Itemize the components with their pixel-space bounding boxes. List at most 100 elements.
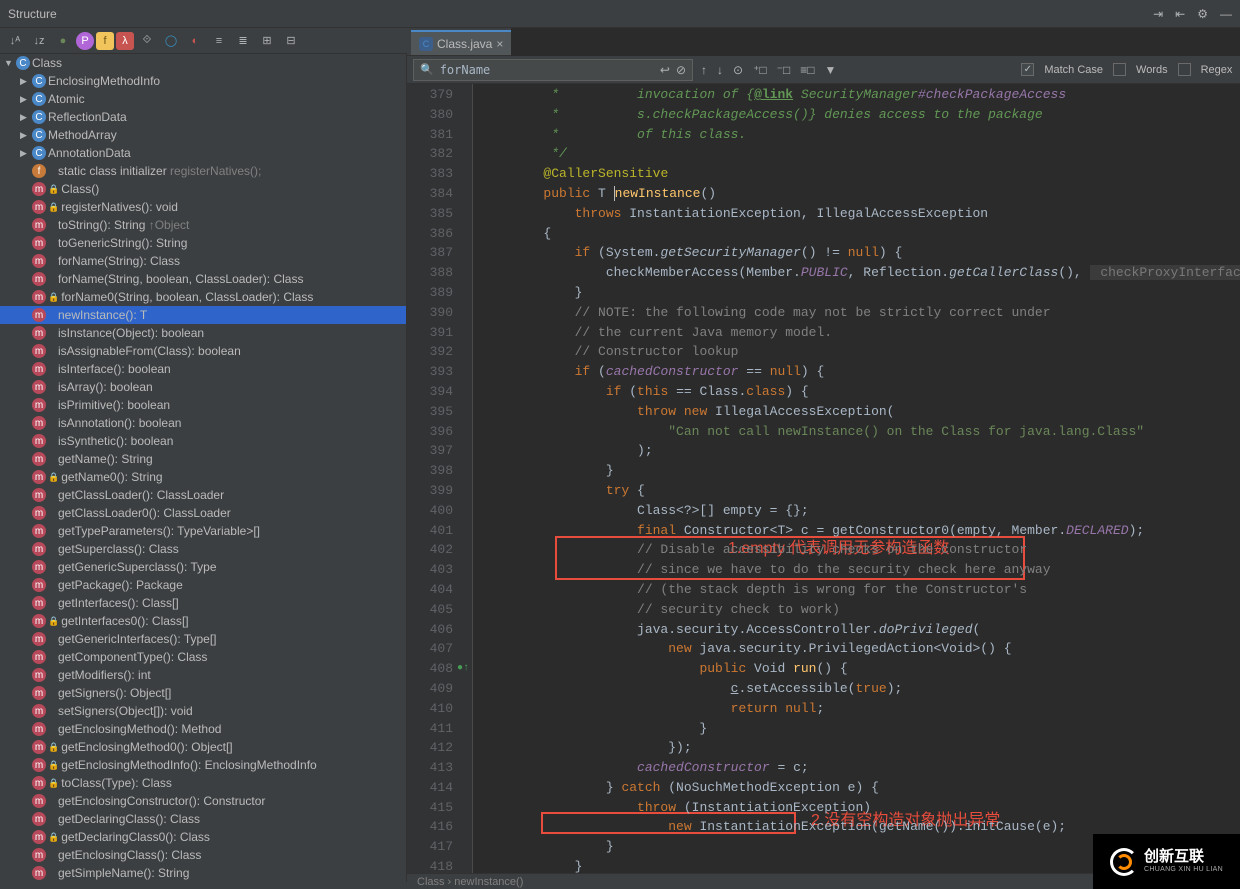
line-number[interactable]: 400: [407, 501, 453, 521]
code-line[interactable]: }: [481, 719, 1240, 739]
tree-method-item[interactable]: m🔒getDeclaringClass0(): Class: [0, 828, 406, 846]
close-icon[interactable]: ×: [496, 37, 503, 51]
expand-icon[interactable]: ⇤: [1175, 7, 1185, 21]
code-line[interactable]: // since we have to do the security chec…: [481, 560, 1240, 580]
tree-class-item[interactable]: ▶CAtomic: [0, 90, 406, 108]
code-line[interactable]: */: [481, 144, 1240, 164]
matchcase-checkbox[interactable]: ✓: [1021, 63, 1034, 76]
code-line[interactable]: } catch (NoSuchMethodException e) {: [481, 778, 1240, 798]
code-line[interactable]: throws InstantiationException, IllegalAc…: [481, 204, 1240, 224]
line-number[interactable]: 388: [407, 263, 453, 283]
line-number[interactable]: 385: [407, 204, 453, 224]
line-number[interactable]: 404: [407, 580, 453, 600]
select-all-icon[interactable]: ⊙: [733, 63, 743, 77]
tree-method-item[interactable]: misInstance(Object): boolean: [0, 324, 406, 342]
tree-method-item[interactable]: fstatic class initializer registerNative…: [0, 162, 406, 180]
tree-method-item[interactable]: mgetClassLoader0(): ClassLoader: [0, 504, 406, 522]
code-line[interactable]: throw (InstantiationException): [481, 798, 1240, 818]
sort-vis-icon[interactable]: ↓z: [28, 30, 50, 52]
code-line[interactable]: // security check to work): [481, 600, 1240, 620]
tree-method-item[interactable]: mgetTypeParameters(): TypeVariable>[]: [0, 522, 406, 540]
autoscroll-icon[interactable]: ⊞: [256, 30, 278, 52]
rem-sel-icon[interactable]: ⁻□: [777, 63, 791, 77]
tree-method-item[interactable]: mgetClassLoader(): ClassLoader: [0, 486, 406, 504]
sort-alpha-icon[interactable]: ↓ᴬ: [4, 30, 26, 52]
tree-method-item[interactable]: misAnnotation(): boolean: [0, 414, 406, 432]
code-line[interactable]: }: [481, 283, 1240, 303]
structure-tree[interactable]: ▼CClass▶CEnclosingMethodInfo▶CAtomic▶CRe…: [0, 54, 407, 882]
tree-class-item[interactable]: ▶CEnclosingMethodInfo: [0, 72, 406, 90]
line-number[interactable]: 397: [407, 441, 453, 461]
line-number[interactable]: 403: [407, 560, 453, 580]
line-number[interactable]: 396: [407, 422, 453, 442]
tree-method-item[interactable]: misInterface(): boolean: [0, 360, 406, 378]
line-number[interactable]: 409: [407, 679, 453, 699]
tree-method-item[interactable]: m🔒getInterfaces0(): Class[]: [0, 612, 406, 630]
prev-match-icon[interactable]: ↑: [701, 63, 707, 77]
line-number[interactable]: 395: [407, 402, 453, 422]
line-number[interactable]: 392: [407, 342, 453, 362]
tree-method-item[interactable]: mgetPackage(): Package: [0, 576, 406, 594]
tree-method-item[interactable]: mgetSuperclass(): Class: [0, 540, 406, 558]
tree-method-item[interactable]: m🔒getName0(): String: [0, 468, 406, 486]
next-match-icon[interactable]: ↓: [717, 63, 723, 77]
code-line[interactable]: ●↑ public Void run() {: [481, 659, 1240, 679]
line-number[interactable]: 384: [407, 184, 453, 204]
code-line[interactable]: final Constructor<T> c = getConstructor0…: [481, 521, 1240, 541]
code-line[interactable]: public T newInstance(): [481, 184, 1240, 204]
properties-icon[interactable]: P: [76, 32, 94, 50]
tree-method-item[interactable]: mforName(String): Class: [0, 252, 406, 270]
line-number[interactable]: 414: [407, 778, 453, 798]
line-number[interactable]: 407: [407, 639, 453, 659]
tree-method-item[interactable]: mtoGenericString(): String: [0, 234, 406, 252]
tree-method-item[interactable]: mgetModifiers(): int: [0, 666, 406, 684]
code-line[interactable]: * s.checkPackageAccess()} denies access …: [481, 105, 1240, 125]
line-number[interactable]: 394: [407, 382, 453, 402]
tree-method-item[interactable]: mgetEnclosingConstructor(): Constructor: [0, 792, 406, 810]
regex-checkbox[interactable]: [1178, 63, 1191, 76]
line-number[interactable]: 413: [407, 758, 453, 778]
code-line[interactable]: // Disable accessibility checks on the c…: [481, 540, 1240, 560]
tree-method-item[interactable]: mtoString(): String ↑Object: [0, 216, 406, 234]
line-number[interactable]: 393: [407, 362, 453, 382]
code-line[interactable]: @CallerSensitive: [481, 164, 1240, 184]
search-input[interactable]: 🔍 forName ↩ ⊘: [413, 59, 693, 81]
all-sel-icon[interactable]: ≡□: [800, 63, 814, 77]
code-line[interactable]: new java.security.PrivilegedAction<Void>…: [481, 639, 1240, 659]
line-number[interactable]: 406: [407, 620, 453, 640]
line-number[interactable]: 399: [407, 481, 453, 501]
line-number[interactable]: 386: [407, 224, 453, 244]
line-number[interactable]: 381: [407, 125, 453, 145]
history-icon[interactable]: ↩: [660, 63, 670, 77]
words-checkbox[interactable]: [1113, 63, 1126, 76]
code-line[interactable]: if (this == Class.class) {: [481, 382, 1240, 402]
tree-method-item[interactable]: mgetComponentType(): Class: [0, 648, 406, 666]
tree-class-item[interactable]: ▶CReflectionData: [0, 108, 406, 126]
tree-method-item[interactable]: m🔒Class(): [0, 180, 406, 198]
code-line[interactable]: return null;: [481, 699, 1240, 719]
fold-gutter[interactable]: [459, 84, 473, 873]
run-gutter-icon[interactable]: ●↑: [457, 659, 469, 679]
line-number[interactable]: 402: [407, 540, 453, 560]
code-line[interactable]: "Can not call newInstance() on the Class…: [481, 422, 1240, 442]
code-line[interactable]: Class<?>[] empty = {};: [481, 501, 1240, 521]
line-number[interactable]: 418: [407, 857, 453, 873]
filter-icon[interactable]: ▼: [825, 63, 837, 77]
autoscroll2-icon[interactable]: ⊟: [280, 30, 302, 52]
tree-method-item[interactable]: mgetDeclaringClass(): Class: [0, 810, 406, 828]
line-number[interactable]: 382: [407, 144, 453, 164]
code-line[interactable]: throw new IllegalAccessException(: [481, 402, 1240, 422]
code-line[interactable]: // the current Java memory model.: [481, 323, 1240, 343]
code-area[interactable]: 1.empty 代表调用无参构造函数 2.没有空构造对象抛出异常 * invoc…: [473, 84, 1240, 873]
code-line[interactable]: try {: [481, 481, 1240, 501]
tree-method-item[interactable]: mnewInstance(): T: [0, 306, 406, 324]
tree-method-item[interactable]: m🔒getEnclosingMethod0(): Object[]: [0, 738, 406, 756]
tree-method-item[interactable]: msetSigners(Object[]): void: [0, 702, 406, 720]
line-number[interactable]: 391: [407, 323, 453, 343]
tree-method-item[interactable]: m🔒toClass(Type): Class: [0, 774, 406, 792]
code-line[interactable]: c.setAccessible(true);: [481, 679, 1240, 699]
collapse-icon[interactable]: ⇥: [1153, 7, 1163, 21]
tree-method-item[interactable]: misAssignableFrom(Class): boolean: [0, 342, 406, 360]
code-line[interactable]: });: [481, 738, 1240, 758]
tree-method-item[interactable]: mgetEnclosingMethod(): Method: [0, 720, 406, 738]
